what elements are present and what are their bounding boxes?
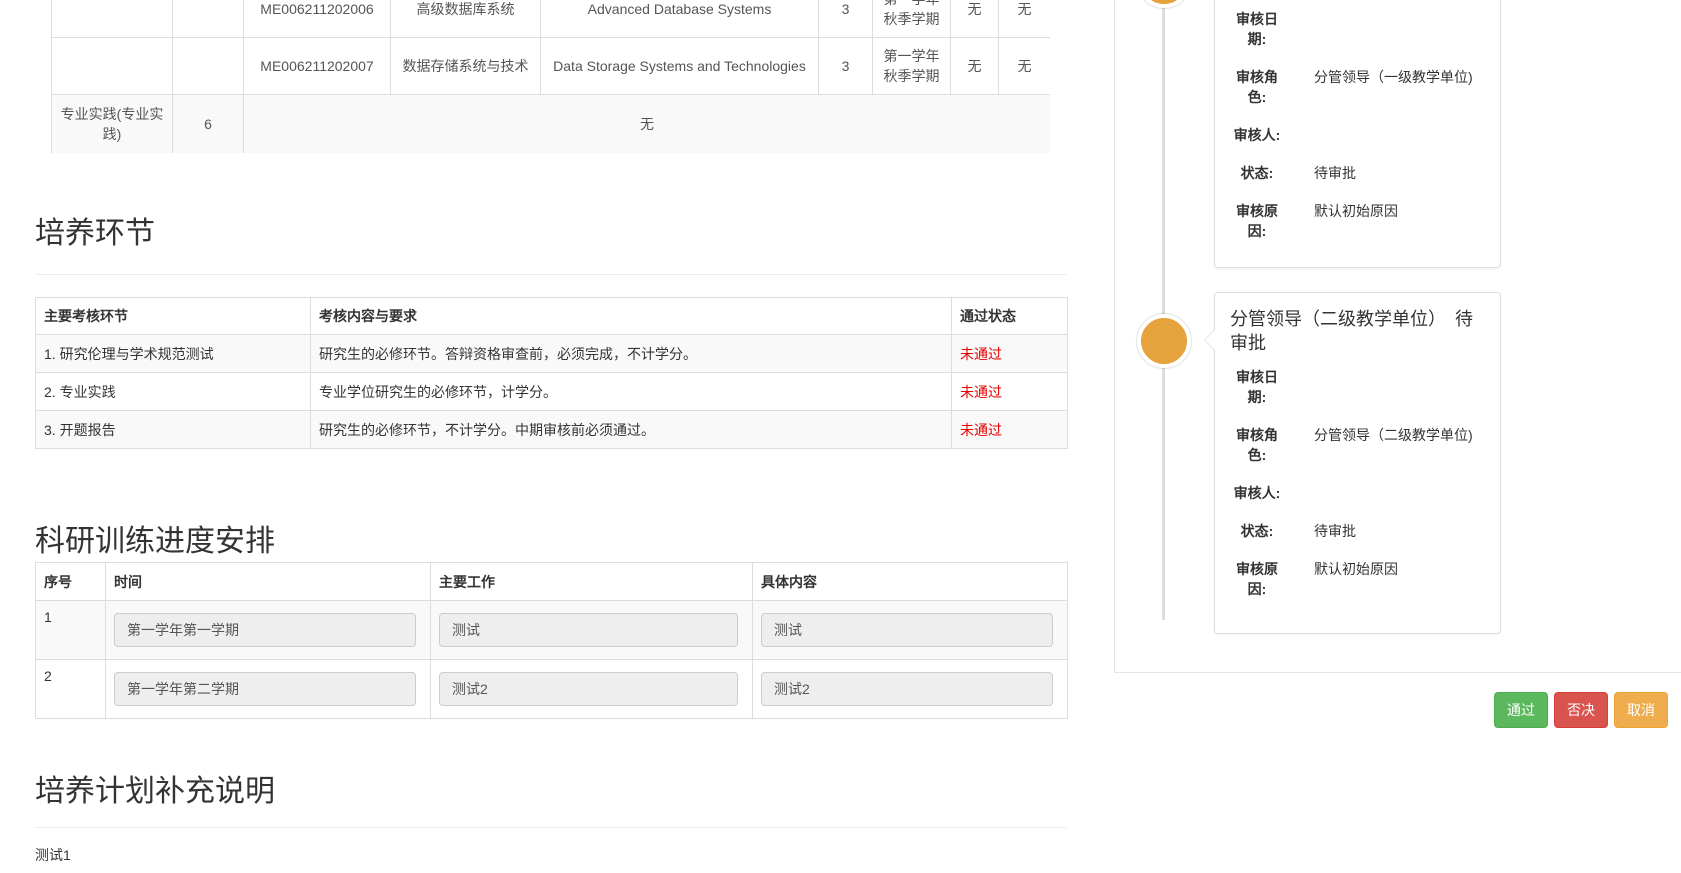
course-table: ME006211202006 高级数据库系统 Advanced Database… bbox=[51, 0, 1050, 153]
course-semester: 第一学年 秋季学期 bbox=[873, 0, 951, 38]
action-button-bar: 通过 否决 取消 bbox=[1494, 692, 1668, 728]
course-flag: 无 bbox=[951, 38, 999, 95]
practice-content: 无 bbox=[244, 95, 1051, 154]
step-requirement: 专业学位研究生的必修环节，计学分。 bbox=[311, 373, 952, 411]
review-role-label: 审核角色: bbox=[1230, 425, 1284, 465]
status-label: 状态: bbox=[1230, 521, 1284, 541]
col-header-status: 通过状态 bbox=[952, 298, 1068, 335]
step-name: 2. 专业实践 bbox=[36, 373, 311, 411]
course-table-container: ME006211202006 高级数据库系统 Advanced Database… bbox=[51, 0, 1050, 153]
course-row: ME006211202007 数据存储系统与技术 Data Storage Sy… bbox=[52, 38, 1051, 95]
detail-input bbox=[761, 672, 1053, 706]
course-flag: 无 bbox=[999, 0, 1051, 38]
table-row: 1 bbox=[36, 601, 1068, 660]
course-code: ME006211202006 bbox=[244, 0, 391, 38]
review-date-label: 审核日期: bbox=[1230, 9, 1284, 49]
reviewer-value bbox=[1314, 483, 1485, 503]
timeline-node bbox=[1137, 0, 1191, 8]
status-badge: 未通过 bbox=[952, 335, 1068, 373]
timeline-line bbox=[1162, 0, 1165, 620]
reason-value: 默认初始原因 bbox=[1314, 201, 1485, 241]
step-requirement: 研究生的必修环节。答辩资格审查前，必须完成，不计学分。 bbox=[311, 335, 952, 373]
practice-credits: 6 bbox=[173, 95, 244, 154]
status-value: 待审批 bbox=[1314, 163, 1485, 183]
review-date-label: 审核日期: bbox=[1230, 367, 1284, 407]
row-index: 1 bbox=[36, 601, 106, 660]
course-flag: 无 bbox=[999, 38, 1051, 95]
supplement-note: 测试1 bbox=[35, 845, 71, 865]
col-header-requirement: 考核内容与要求 bbox=[311, 298, 952, 335]
approve-button[interactable]: 通过 bbox=[1494, 692, 1548, 728]
course-semester: 第一学年 秋季学期 bbox=[873, 38, 951, 95]
course-name-en: Advanced Database Systems bbox=[541, 0, 819, 38]
reason-label: 审核原因: bbox=[1230, 201, 1284, 241]
status-label: 状态: bbox=[1230, 163, 1284, 183]
research-schedule-table: 序号 时间 主要工作 具体内容 1 2 bbox=[35, 562, 1068, 719]
review-card: 分管领导（二级教学单位） 待审批 审核日期: 审核角色: 分管领导（二级教学单位… bbox=[1214, 292, 1501, 634]
review-card-title: 分管领导（二级教学单位） 待审批 bbox=[1230, 307, 1485, 355]
reason-label: 审核原因: bbox=[1230, 559, 1284, 599]
status-value: 待审批 bbox=[1314, 521, 1485, 541]
course-name-cn: 数据存储系统与技术 bbox=[391, 38, 541, 95]
step-name: 1. 研究伦理与学术规范测试 bbox=[36, 335, 311, 373]
table-row: 3. 开题报告 研究生的必修环节，不计学分。中期审核前必须通过。 未通过 bbox=[36, 411, 1068, 449]
category-credit-cell bbox=[173, 38, 244, 95]
time-input bbox=[114, 672, 416, 706]
col-header-time: 时间 bbox=[106, 563, 431, 601]
reviewer-label: 审核人: bbox=[1230, 125, 1284, 145]
col-header-detail: 具体内容 bbox=[753, 563, 1068, 601]
time-input bbox=[114, 613, 416, 647]
step-name: 3. 开题报告 bbox=[36, 411, 311, 449]
work-input bbox=[439, 613, 738, 647]
section-title-research-schedule: 科研训练进度安排 bbox=[35, 524, 275, 560]
practice-row: 专业实践(专业实践) 6 无 bbox=[52, 95, 1051, 154]
course-row: ME006211202006 高级数据库系统 Advanced Database… bbox=[52, 0, 1051, 38]
course-credits: 3 bbox=[819, 0, 873, 38]
category-credit-cell bbox=[173, 0, 244, 38]
reason-value: 默认初始原因 bbox=[1314, 559, 1485, 599]
course-code: ME006211202007 bbox=[244, 38, 391, 95]
col-header-step: 主要考核环节 bbox=[36, 298, 311, 335]
timeline-node bbox=[1137, 314, 1191, 368]
divider bbox=[35, 274, 1067, 275]
review-date-value bbox=[1314, 9, 1485, 49]
table-header-row: 序号 时间 主要工作 具体内容 bbox=[36, 563, 1068, 601]
table-header-row: 主要考核环节 考核内容与要求 通过状态 bbox=[36, 298, 1068, 335]
section-title-training-steps: 培养环节 bbox=[35, 216, 155, 252]
course-credits: 3 bbox=[819, 38, 873, 95]
status-badge: 未通过 bbox=[952, 411, 1068, 449]
review-role-value: 分管领导（二级教学单位) bbox=[1314, 425, 1485, 465]
review-date-value bbox=[1314, 367, 1485, 407]
reviewer-label: 审核人: bbox=[1230, 483, 1284, 503]
reject-button[interactable]: 否决 bbox=[1554, 692, 1608, 728]
course-name-cn: 高级数据库系统 bbox=[391, 0, 541, 38]
table-row: 2. 专业实践 专业学位研究生的必修环节，计学分。 未通过 bbox=[36, 373, 1068, 411]
work-input bbox=[439, 672, 738, 706]
training-steps-table: 主要考核环节 考核内容与要求 通过状态 1. 研究伦理与学术规范测试 研究生的必… bbox=[35, 297, 1068, 449]
cancel-button[interactable]: 取消 bbox=[1614, 692, 1668, 728]
category-cell bbox=[52, 38, 173, 95]
reviewer-value bbox=[1314, 125, 1485, 145]
col-header-work: 主要工作 bbox=[431, 563, 753, 601]
table-row: 2 bbox=[36, 660, 1068, 719]
course-flag: 无 bbox=[951, 0, 999, 38]
review-timeline-panel: 审核日期: 审核角色: 分管领导（一级教学单位) 审核人: 状态: 待审批 审核… bbox=[1114, 0, 1681, 673]
row-index: 2 bbox=[36, 660, 106, 719]
review-role-label: 审核角色: bbox=[1230, 67, 1284, 107]
table-row: 1. 研究伦理与学术规范测试 研究生的必修环节。答辩资格审查前，必须完成，不计学… bbox=[36, 335, 1068, 373]
practice-category: 专业实践(专业实践) bbox=[52, 95, 173, 154]
course-name-en: Data Storage Systems and Technologies bbox=[541, 38, 819, 95]
category-cell bbox=[52, 0, 173, 38]
step-requirement: 研究生的必修环节，不计学分。中期审核前必须通过。 bbox=[311, 411, 952, 449]
card-caret bbox=[1204, 329, 1215, 351]
review-card: 审核日期: 审核角色: 分管领导（一级教学单位) 审核人: 状态: 待审批 审核… bbox=[1214, 0, 1501, 268]
section-title-supplement: 培养计划补充说明 bbox=[35, 774, 275, 810]
status-badge: 未通过 bbox=[952, 373, 1068, 411]
review-role-value: 分管领导（一级教学单位) bbox=[1314, 67, 1485, 107]
detail-input bbox=[761, 613, 1053, 647]
divider bbox=[35, 827, 1067, 828]
col-header-index: 序号 bbox=[36, 563, 106, 601]
